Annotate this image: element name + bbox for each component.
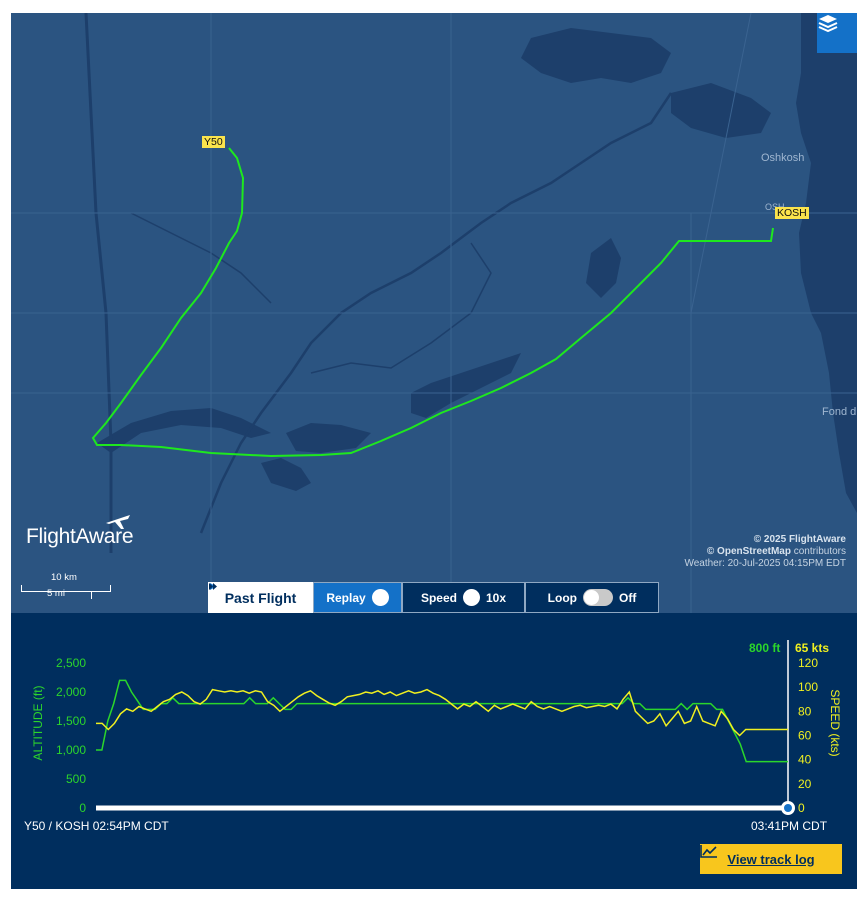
- altitude-axis-label: ALTITUDE (ft): [31, 685, 45, 760]
- flight-profile-panel: 2,500 2,000 1,500 1,000 500 0 120 100 80 60 40 20 0…: [11, 613, 857, 889]
- city-oshkosh: Oshkosh: [761, 152, 805, 164]
- map-scale: 10 km 5 mi: [21, 572, 131, 602]
- current-speed: 65 kts: [795, 641, 830, 655]
- altitude-tick-5: 0: [79, 801, 86, 815]
- altitude-tick-2: 1,500: [56, 714, 86, 728]
- attrib-flightaware: © 2025 FlightAware: [753, 534, 846, 545]
- speed-tick-4: 40: [798, 753, 812, 767]
- speed-tick-0: 120: [798, 656, 818, 670]
- scale-km: 10 km: [51, 572, 77, 583]
- past-flight-tab[interactable]: Past Flight: [208, 582, 313, 613]
- speed-value: 10x: [485, 590, 507, 605]
- loop-value: Off: [619, 590, 637, 605]
- map-attribution: © 2025 FlightAware © OpenStreetMap contr…: [684, 534, 846, 570]
- speed-tick-1: 100: [798, 680, 818, 694]
- replay-button[interactable]: Replay: [210, 582, 402, 613]
- layers-icon: [818, 15, 838, 33]
- start-time-label: Y50 / KOSH 02:54PM CDT: [24, 819, 169, 833]
- lake-winnebago: [796, 13, 857, 513]
- play-icon: [210, 583, 389, 606]
- altitude-tick-1: 2,000: [56, 685, 86, 699]
- origin-airport-label[interactable]: Y50: [202, 136, 225, 148]
- scale-mi-bar: [21, 591, 92, 599]
- city-fond: Fond d: [822, 406, 857, 418]
- loop-toggle[interactable]: Loop Off: [525, 582, 659, 613]
- destination-airport-label[interactable]: KOSH: [775, 207, 809, 219]
- loop-switch[interactable]: [583, 589, 613, 606]
- altitude-series: [96, 679, 788, 763]
- layers-button[interactable]: [817, 13, 857, 53]
- view-track-log-label: View track log: [727, 851, 815, 867]
- current-altitude: 800 ft: [749, 641, 781, 655]
- altitude-tick-3: 1,000: [56, 743, 86, 757]
- river-wisconsin: [97, 408, 271, 453]
- speed-axis-label: SPEED (kts): [828, 689, 842, 756]
- speed-tick-5: 20: [798, 777, 812, 791]
- playback-controls: Past Flight Replay Speed 10x Loop Off: [208, 582, 659, 613]
- view-track-log-button[interactable]: View track log: [700, 844, 842, 874]
- speed-tick-6: 0: [798, 801, 805, 815]
- past-flight-label: Past Flight: [224, 589, 297, 606]
- lake-butte: [671, 83, 771, 138]
- speed-tick-2: 80: [798, 704, 812, 718]
- replay-label: Replay: [326, 590, 366, 605]
- chart-icon: [700, 845, 717, 858]
- altitude-tick-4: 500: [66, 772, 86, 786]
- speed-tick-3: 60: [798, 729, 812, 743]
- end-time-label: 03:41PM CDT: [751, 819, 828, 833]
- speed-series: [96, 688, 788, 737]
- flight-map[interactable]: Oshkosh Fond d OSH Y50 KOSH FlightAware …: [11, 13, 857, 613]
- loop-label: Loop: [547, 590, 577, 605]
- attrib-osm-link[interactable]: © OpenStreetMap: [707, 546, 791, 557]
- speed-label: Speed: [420, 590, 457, 605]
- airplane-icon: [106, 515, 130, 529]
- attrib-weather: Weather: 20-Jul-2025 04:15PM EDT: [684, 558, 846, 569]
- speed-button[interactable]: Speed 10x: [209, 582, 525, 613]
- lake-c: [286, 423, 371, 453]
- altitude-tick-0: 2,500: [56, 656, 86, 670]
- lake-d: [261, 458, 311, 491]
- timeline-handle-dot: [784, 804, 792, 812]
- fast-forward-icon: [209, 583, 480, 606]
- lake-poygan: [521, 28, 671, 83]
- lake-a: [586, 238, 621, 298]
- map-canvas: [11, 13, 857, 613]
- attrib-contributors: contributors: [790, 546, 846, 557]
- flightaware-logo: FlightAware: [26, 515, 134, 549]
